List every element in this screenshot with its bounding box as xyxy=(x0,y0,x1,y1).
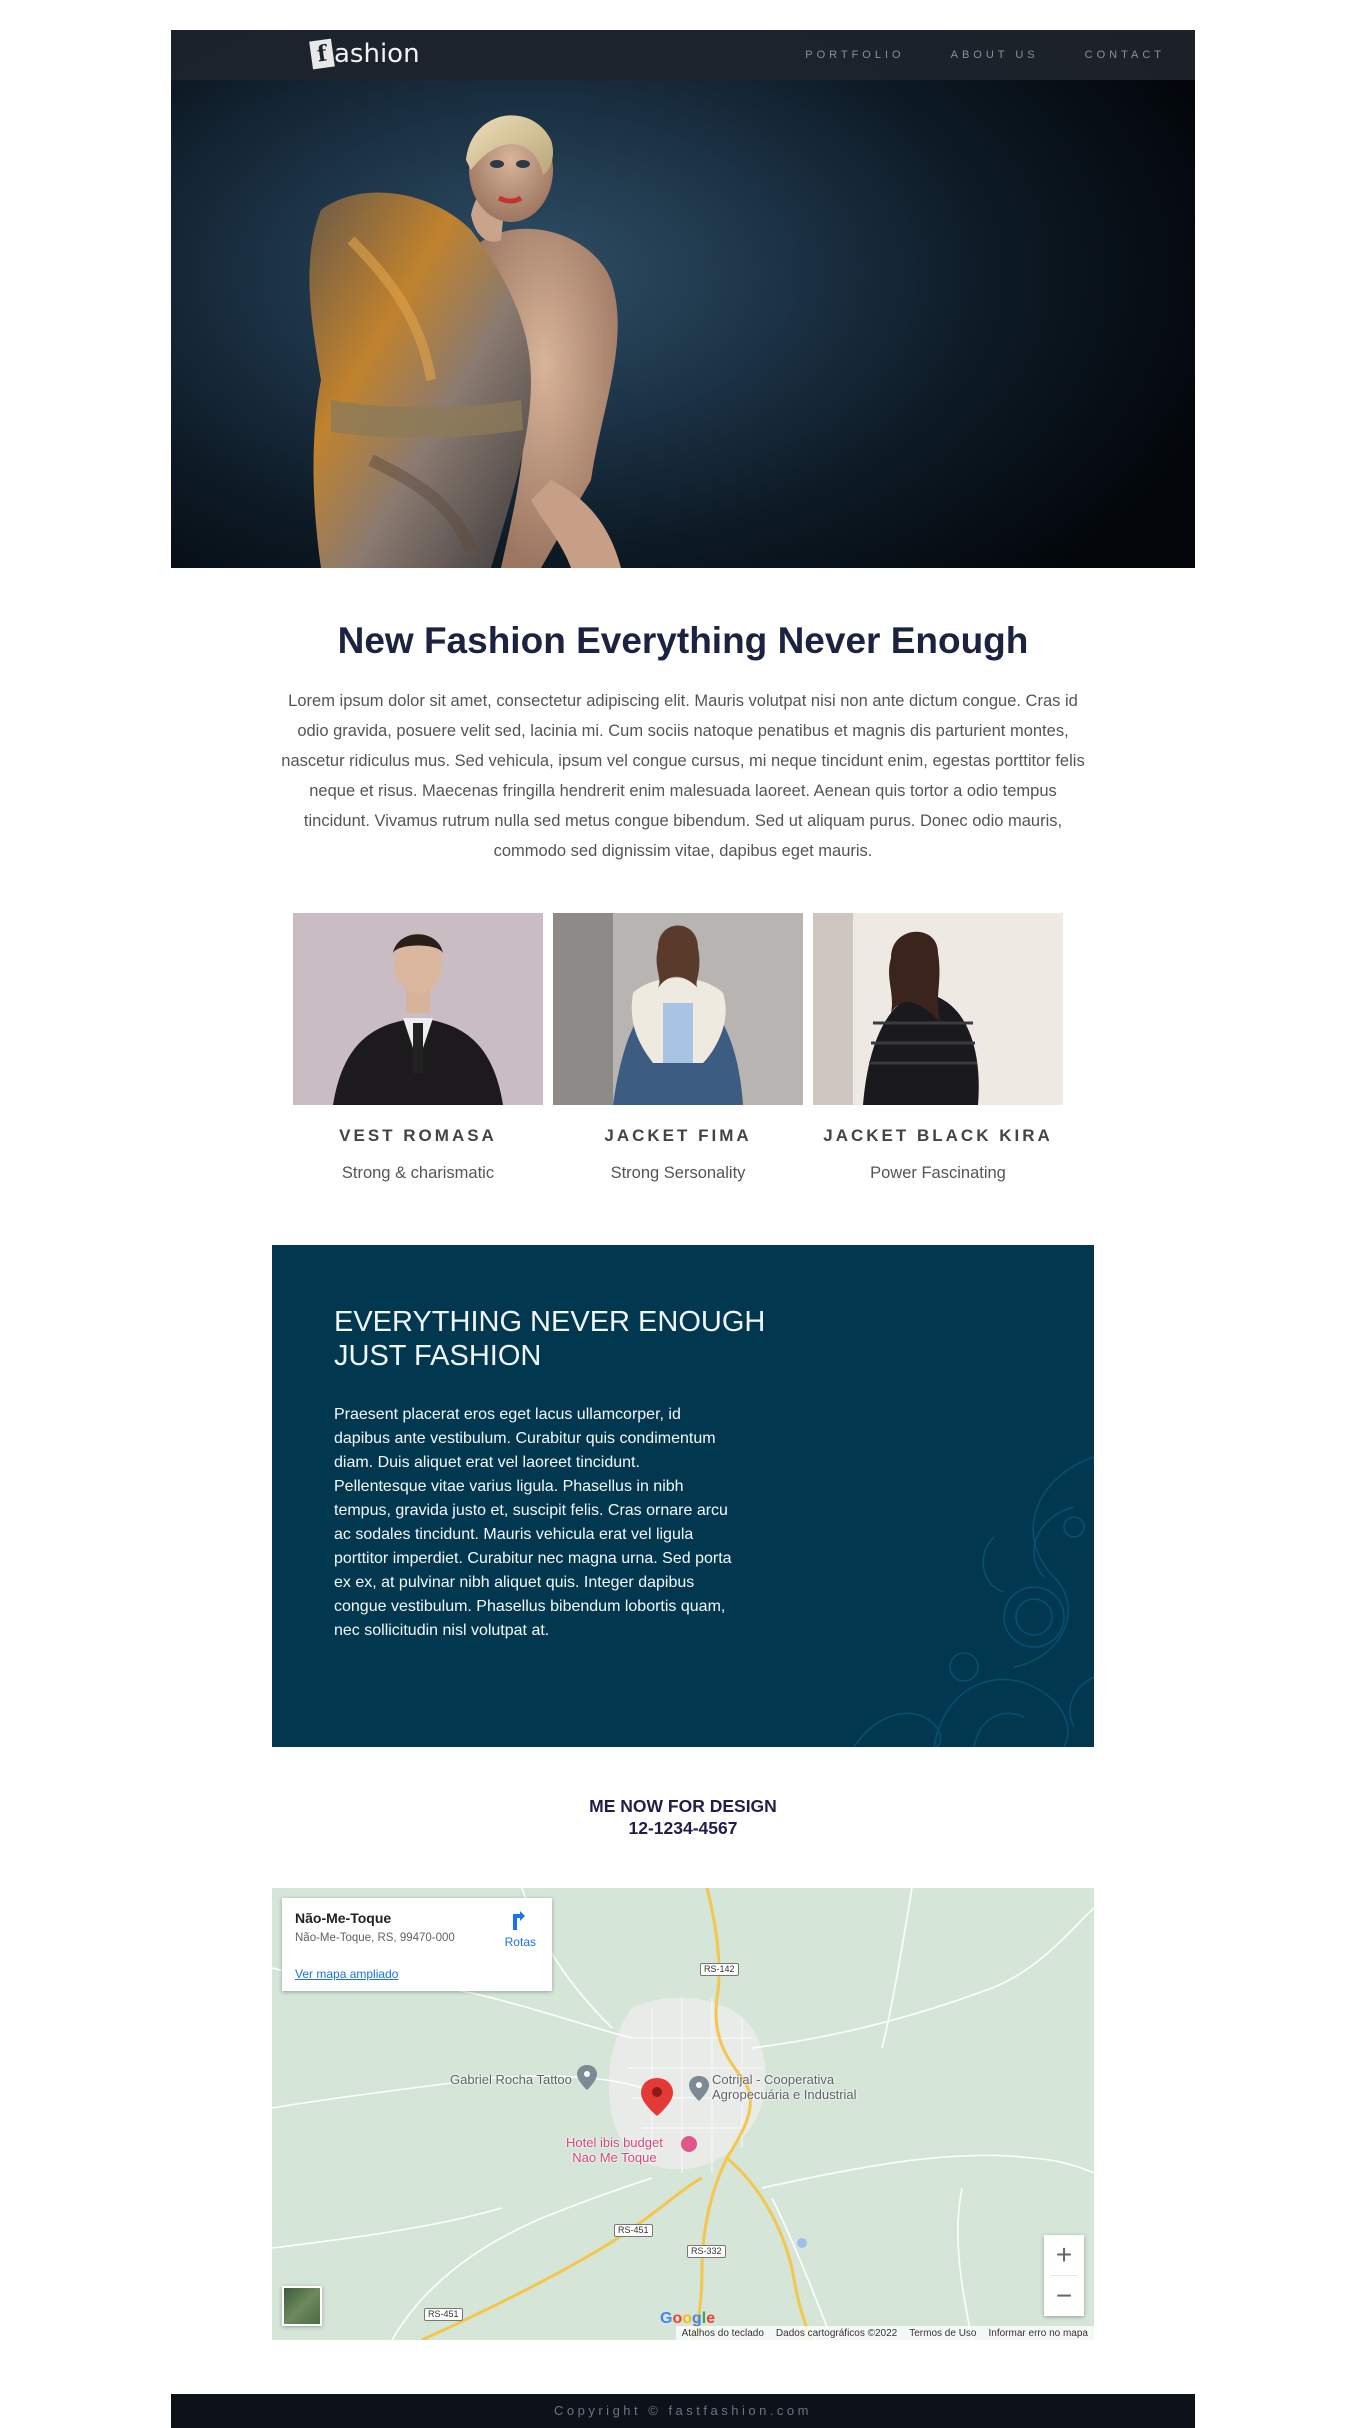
nav-contact[interactable]: CONTACT xyxy=(1085,49,1165,61)
copyright-text: Copyright © fastfashion.com xyxy=(554,2403,812,2418)
road-shield: RS-332 xyxy=(687,2245,726,2258)
road-shield: RS-142 xyxy=(700,1963,739,1976)
feature-title: EVERYTHING NEVER ENOUGH JUST FASHION xyxy=(334,1305,765,1373)
map-data-credit: Dados cartográficos ©2022 xyxy=(775,2327,898,2339)
product-photo-jacket-black-kira xyxy=(813,913,1063,1105)
map-footer-links: Atalhos do teclado Dados cartográficos ©… xyxy=(675,2326,1094,2340)
map-shortcuts-link[interactable]: Atalhos do teclado xyxy=(682,2328,764,2339)
hero-model-image xyxy=(309,115,621,568)
decorative-swirl-pattern xyxy=(853,1456,1094,1747)
feature-text: Praesent placerat eros eget lacus ullamc… xyxy=(334,1406,732,1639)
product-tagline: Strong & charismatic xyxy=(341,1164,495,1182)
map-label-hotel-line1: Hotel ibis budget xyxy=(566,2135,663,2150)
main-nav: PORTFOLIO ABOUT US CONTACT xyxy=(805,49,1165,61)
product-photo-vest-romasa xyxy=(293,913,543,1105)
map-label-coop[interactable]: Cotrijal - Cooperativa Agropecuária e In… xyxy=(712,2072,857,2102)
intro-text: Lorem ipsum dolor sit amet, consectetur … xyxy=(281,692,1085,860)
nav-portfolio[interactable]: PORTFOLIO xyxy=(805,49,904,61)
product-tagline: Power Fascinating xyxy=(870,1164,1006,1182)
logo-mark: f xyxy=(309,38,335,70)
top-navbar: f ashion PORTFOLIO ABOUT US CONTACT xyxy=(171,30,1195,80)
hero-banner: f ashion PORTFOLIO ABOUT US CONTACT xyxy=(171,30,1195,568)
feature-title-line1: EVERYTHING NEVER ENOUGH xyxy=(334,1306,766,1338)
product-card[interactable]: JACKET FIMA Strong Sersonality xyxy=(553,913,803,1183)
road-shield: RS-451 xyxy=(424,2308,463,2321)
directions-icon xyxy=(513,1911,526,1930)
feature-block: EVERYTHING NEVER ENOUGH JUST FASHION Pra… xyxy=(272,1245,1094,1747)
map-place-name: Não-Me-Toque xyxy=(295,1910,392,1926)
map-routes-button[interactable]: Rotas xyxy=(505,1910,536,1949)
map-place-card: Não-Me-Toque Não-Me-Toque, RS, 99470-000… xyxy=(282,1898,552,1991)
satellite-toggle[interactable] xyxy=(282,2286,322,2326)
map-terms-link[interactable]: Termos de Uso xyxy=(909,2328,976,2339)
product-name: JACKET FIMA xyxy=(604,1126,752,1145)
contact-info: ME NOW FOR DESIGN 12-1234-4567 xyxy=(171,1795,1195,1839)
product-grid: VEST ROMASA Strong & charismatic JACKET … xyxy=(293,913,1063,1183)
contact-phone[interactable]: 12-1234-4567 xyxy=(171,1817,1195,1839)
map-place-address: Não-Me-Toque, RS, 99470-000 xyxy=(295,1932,455,1944)
road-shield: RS-451 xyxy=(614,2224,653,2237)
map-label-hotel-line2: Nao Me Toque xyxy=(572,2150,657,2165)
contact-line: ME NOW FOR DESIGN xyxy=(589,1796,777,1816)
product-photo-jacket-fima xyxy=(553,913,803,1105)
nav-about-us[interactable]: ABOUT US xyxy=(951,49,1039,61)
feature-title-line2: JUST FASHION xyxy=(334,1340,542,1372)
map-report-link[interactable]: Informar erro no mapa xyxy=(989,2328,1089,2339)
brand-logo[interactable]: f ashion xyxy=(309,37,420,71)
product-name: VEST ROMASA xyxy=(339,1126,497,1145)
product-card[interactable]: JACKET BLACK KIRA Power Fascinating xyxy=(813,913,1063,1183)
product-card[interactable]: VEST ROMASA Strong & charismatic xyxy=(293,913,543,1183)
map-label-coop-line2: Agropecuária e Industrial xyxy=(712,2087,857,2102)
product-tagline: Strong Sersonality xyxy=(610,1164,746,1182)
map-label-tattoo[interactable]: Gabriel Rocha Tattoo xyxy=(450,2072,572,2087)
product-name: JACKET BLACK KIRA xyxy=(823,1126,1053,1145)
map-label-coop-line1: Cotrijal - Cooperativa xyxy=(712,2072,835,2087)
site-footer: Copyright © fastfashion.com xyxy=(171,2394,1195,2428)
map-label-hotel[interactable]: Hotel ibis budget Nao Me Toque xyxy=(566,2135,663,2165)
embedded-map[interactable]: Não-Me-Toque Não-Me-Toque, RS, 99470-000… xyxy=(272,1888,1094,2340)
map-zoom-controls: + − xyxy=(1044,2235,1084,2316)
zoom-out-button[interactable]: − xyxy=(1044,2276,1084,2316)
intro-title: New Fashion Everything Never Enough xyxy=(337,620,1029,661)
map-larger-link[interactable]: Ver mapa ampliado xyxy=(295,1967,398,1981)
logo-text: ashion xyxy=(334,39,420,69)
map-routes-label: Rotas xyxy=(504,1935,536,1949)
zoom-in-button[interactable]: + xyxy=(1044,2235,1084,2275)
